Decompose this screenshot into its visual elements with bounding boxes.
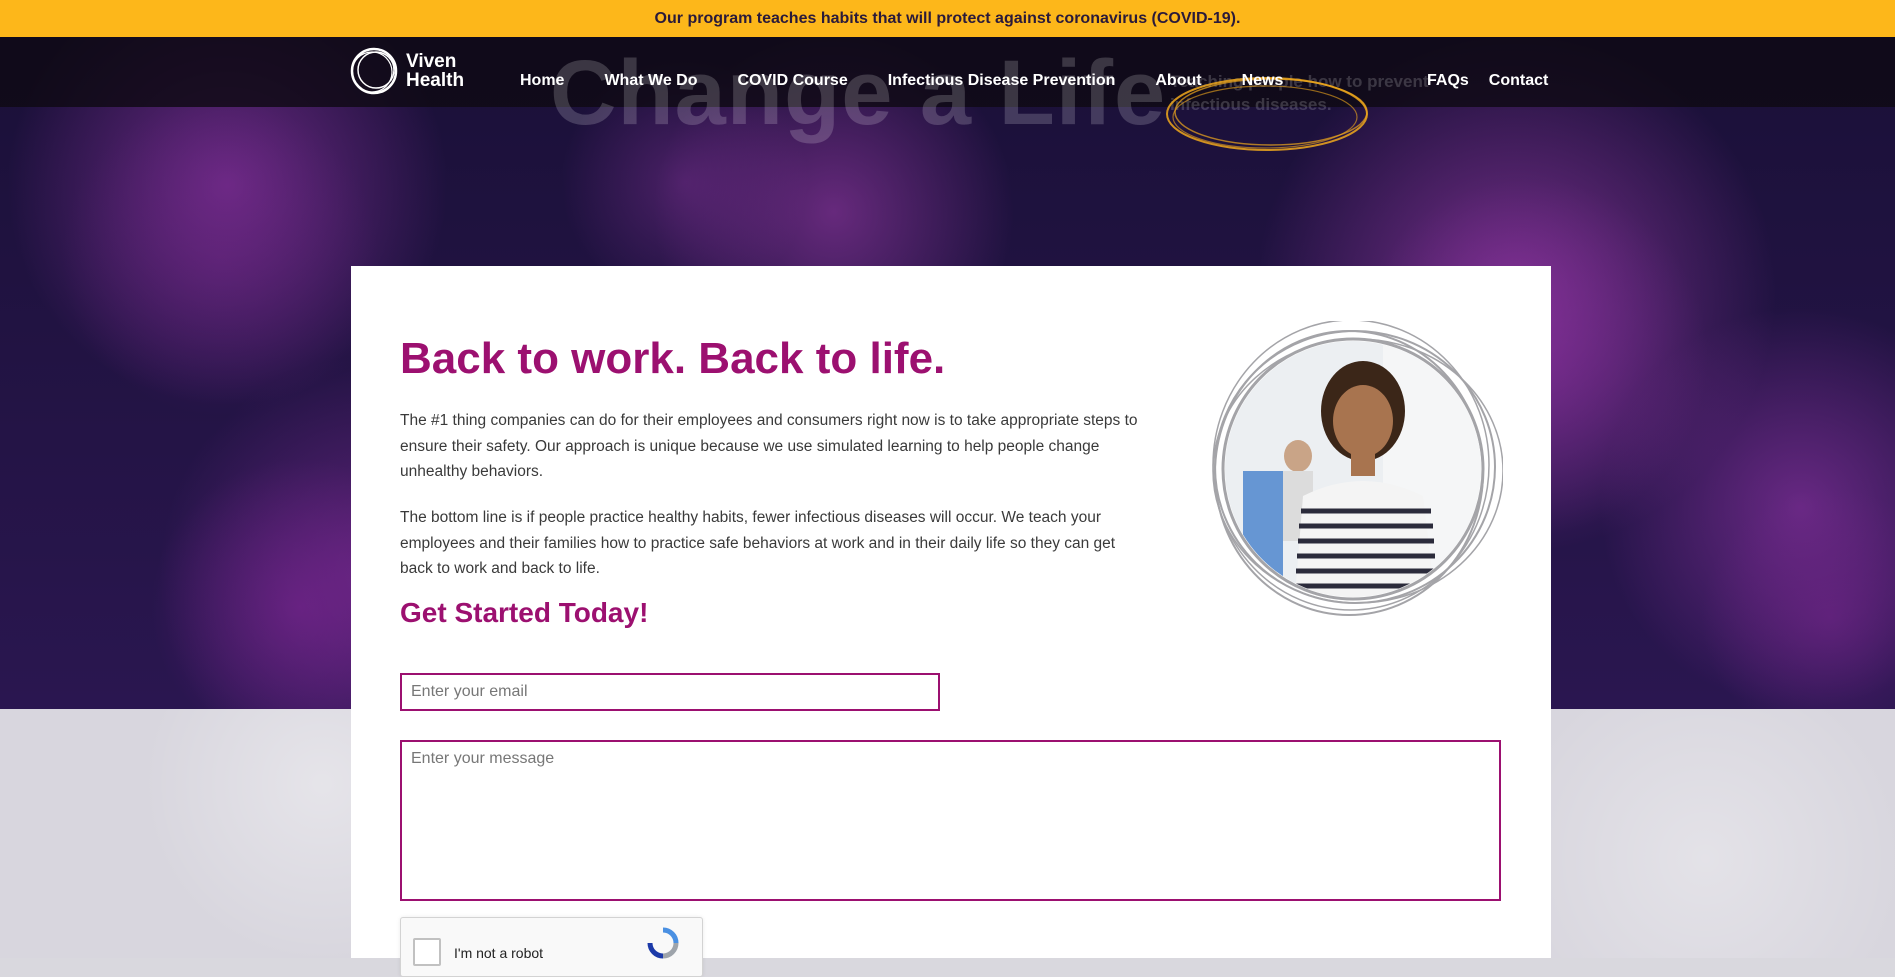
get-started-heading: Get Started Today! <box>400 597 649 628</box>
nav-home[interactable]: Home <box>520 72 564 90</box>
page-headline: Back to work. Back to life. <box>400 334 946 383</box>
nav-covid-course[interactable]: COVID Course <box>737 72 847 90</box>
bottom-line-paragraph: The bottom line is if people practice he… <box>400 509 1116 577</box>
recaptcha-checkbox[interactable] <box>413 938 441 966</box>
nav-infectious-disease-prevention[interactable]: Infectious Disease Prevention <box>888 72 1116 90</box>
email-field[interactable] <box>400 673 940 711</box>
logo[interactable]: Viven Health <box>350 46 464 96</box>
message-field[interactable] <box>400 740 1501 901</box>
hero-title: Change a Life <box>550 42 1167 144</box>
nav-what-we-do[interactable]: What We Do <box>604 72 697 90</box>
viven-health-logo-icon <box>350 47 398 95</box>
recaptcha-logo-icon <box>647 927 679 959</box>
recaptcha-label: I'm not a robot <box>454 945 544 961</box>
nav-contact[interactable]: Contact <box>1489 72 1549 90</box>
logo-text: Viven Health <box>406 52 464 90</box>
main-nav: Home What We Do COVID Course Infectious … <box>520 72 1323 90</box>
nav-about[interactable]: About <box>1155 72 1201 90</box>
intro-paragraph: The #1 thing companies can do for their … <box>400 412 1138 480</box>
announcement-banner: Our program teaches habits that will pro… <box>0 0 1895 37</box>
announcement-text: Our program teaches habits that will pro… <box>654 9 1241 27</box>
nav-faqs[interactable]: FAQs <box>1427 72 1469 90</box>
virus-decoration <box>1700 487 1895 709</box>
portrait-image <box>1212 321 1503 616</box>
nav-news[interactable]: News <box>1242 72 1284 90</box>
virus-decoration <box>60 97 380 417</box>
content-card: Back to work. Back to life. The #1 thing… <box>351 266 1551 977</box>
logo-line2: Health <box>406 70 465 91</box>
logo-line1: Viven <box>406 51 457 72</box>
recaptcha-widget: I'm not a robot <box>400 917 703 977</box>
secondary-nav: FAQs Contact <box>1427 72 1568 90</box>
